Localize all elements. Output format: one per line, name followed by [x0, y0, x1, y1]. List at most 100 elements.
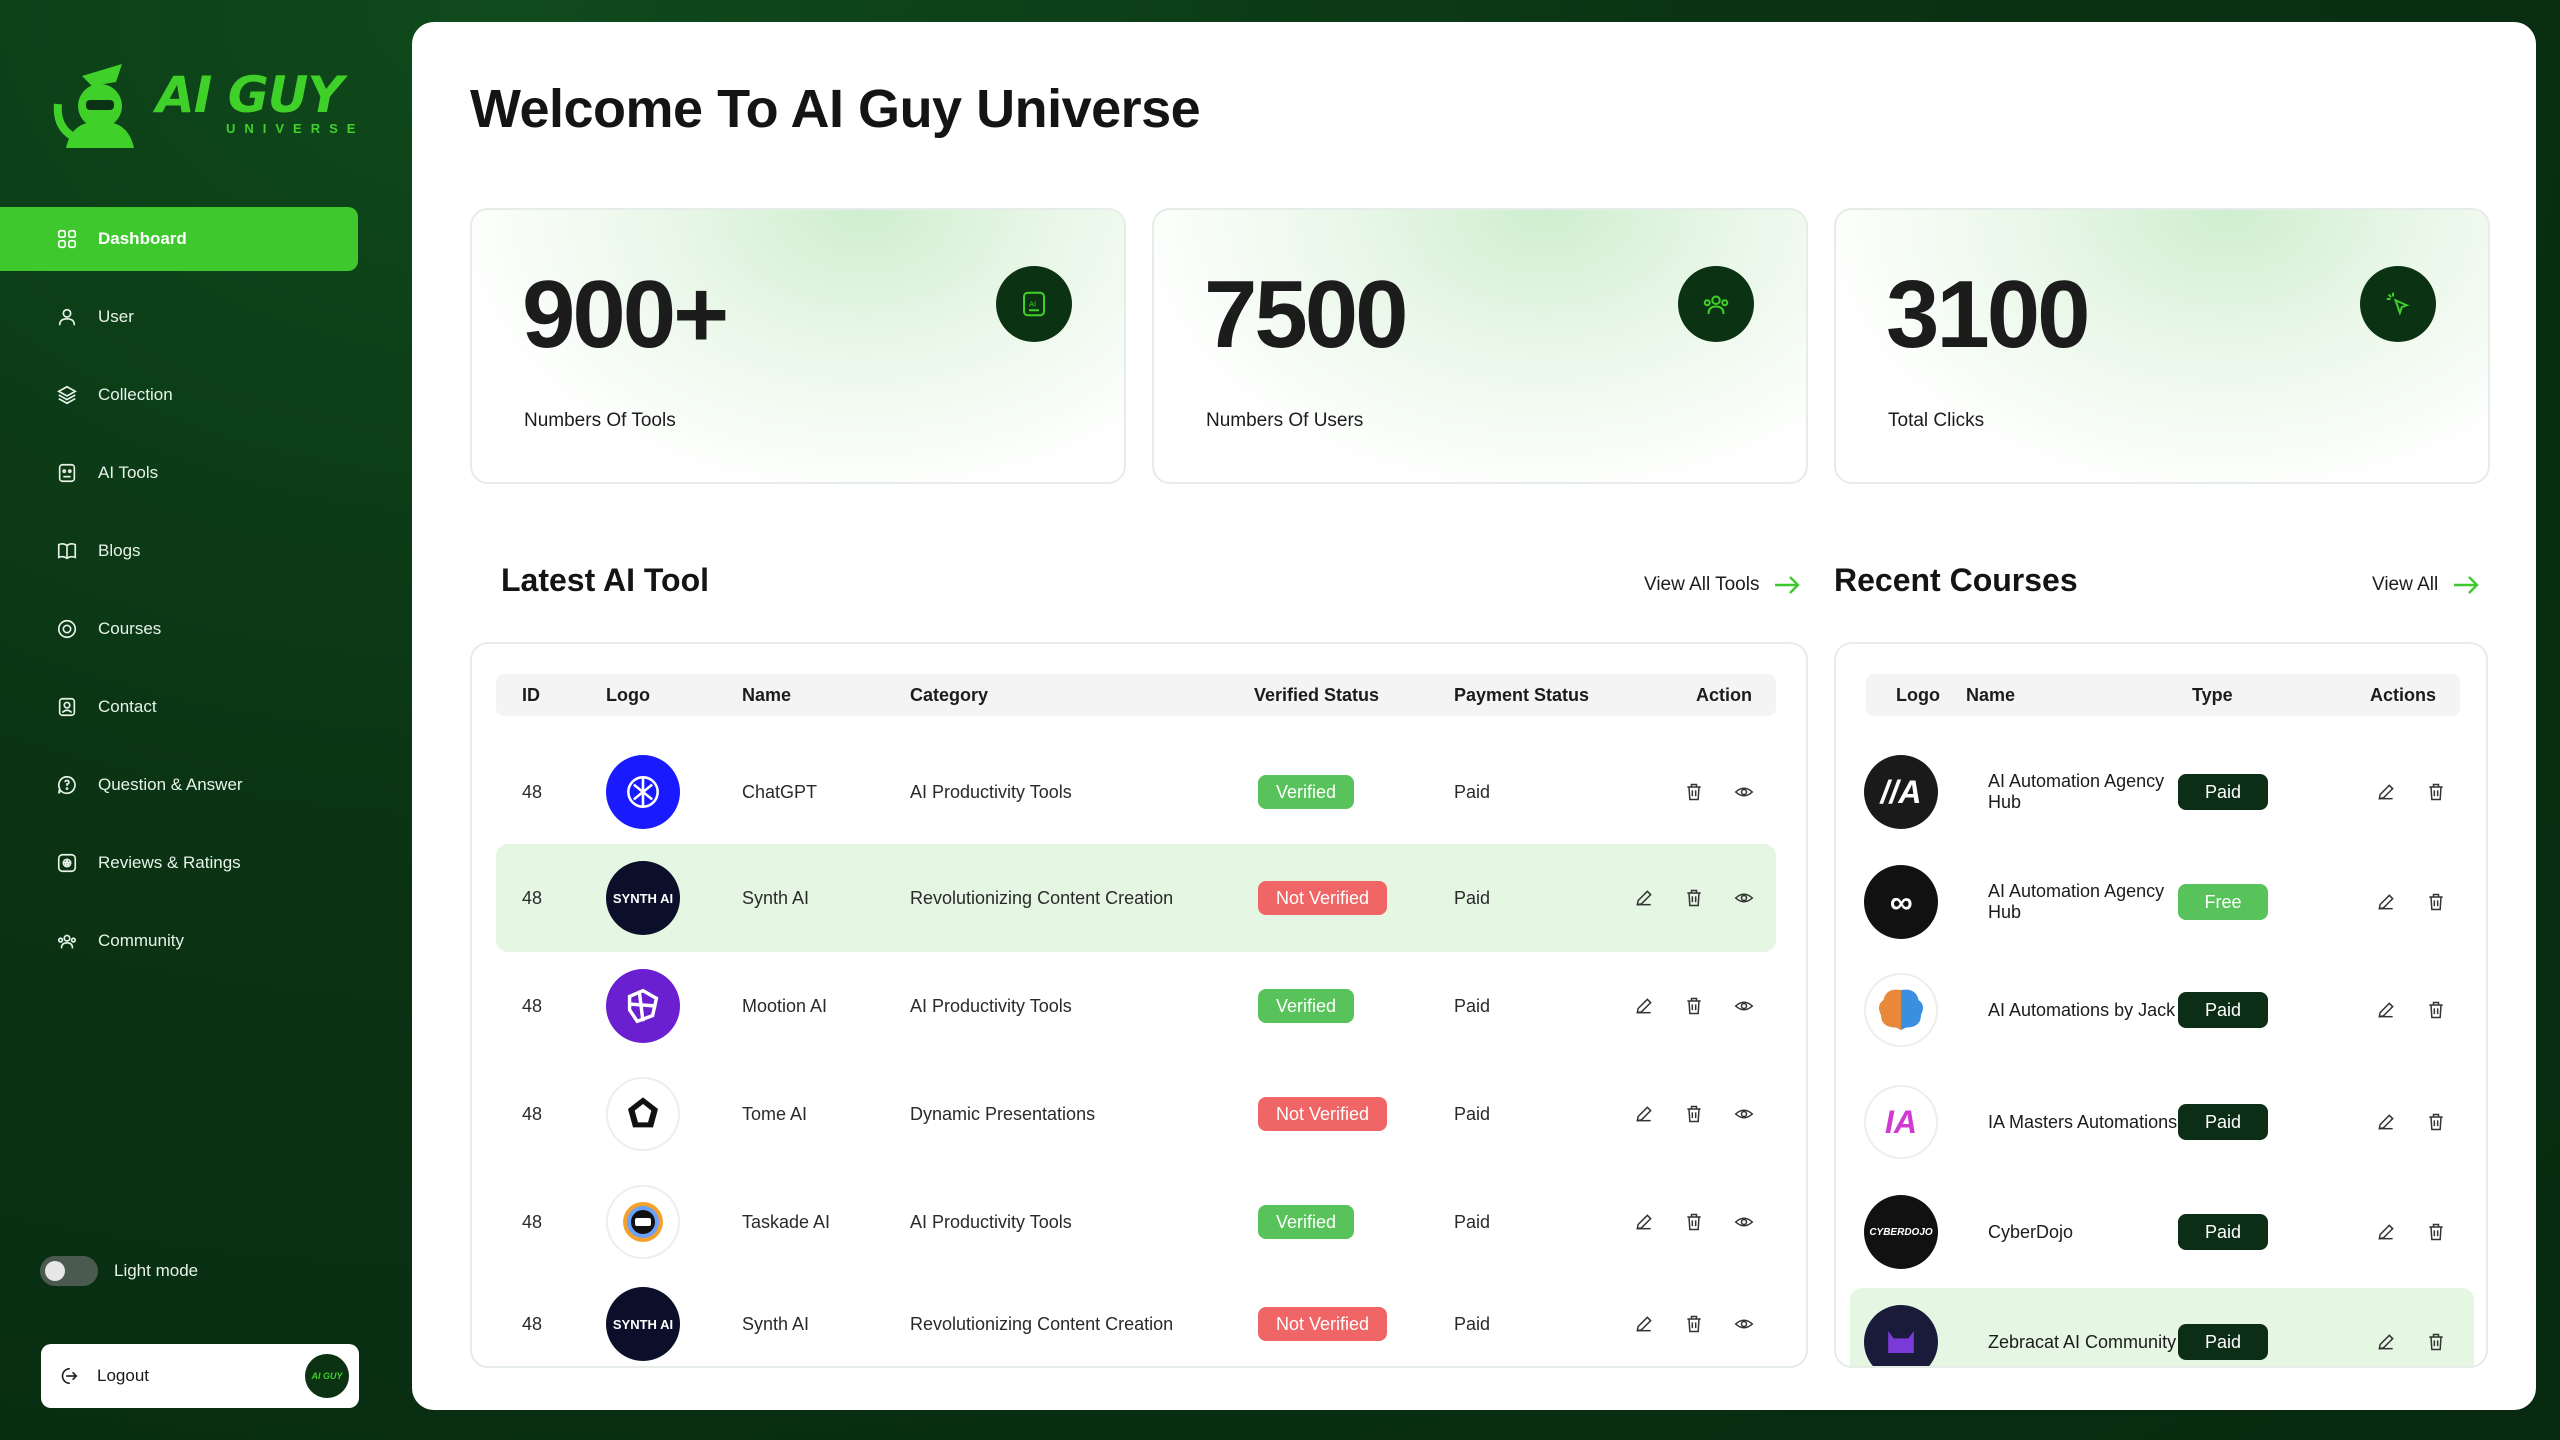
row-actions — [2376, 1178, 2446, 1286]
trash-icon[interactable] — [2426, 1222, 2446, 1242]
sidebar-item-label: Collection — [98, 385, 173, 404]
list-item: Zebracat AI Community Paid — [1850, 1288, 2474, 1366]
stat-icon-badge — [1678, 266, 1754, 342]
click-icon — [2386, 292, 2410, 316]
table-row: 48 Taskade AI AI Productivity Tools Verifie… — [496, 1168, 1776, 1276]
sidebar-item-question-answer[interactable]: Question & Answer — [0, 753, 400, 817]
view-all-tools-link[interactable]: View All Tools — [1644, 574, 1801, 596]
sidebar-item-label: AI Tools — [98, 463, 159, 482]
light-mode-toggle[interactable] — [40, 1256, 98, 1286]
column-header: Actions — [2370, 685, 2437, 705]
zebracat-logo — [1864, 1305, 1938, 1366]
ai-guy-mascot-icon — [53, 64, 134, 148]
sidebar-item-label: Community — [98, 931, 184, 950]
column-header: Action — [1696, 685, 1752, 705]
table-row: 48 ChatGPT AI Productivity Tools Verified Pa… — [496, 738, 1776, 846]
trash-icon[interactable] — [2426, 892, 2446, 912]
row-actions — [1634, 1060, 1754, 1168]
trash-icon[interactable] — [2426, 1332, 2446, 1352]
sidebar-item-blogs[interactable]: Blogs — [0, 519, 400, 583]
verified-status: Not Verified — [1258, 844, 1388, 952]
tool-id: 48 — [522, 1103, 543, 1124]
table-header: Logo Name Type Actions — [1866, 674, 2460, 716]
course-name: IA Masters Automations — [1988, 1111, 2178, 1132]
trash-icon[interactable] — [1684, 996, 1704, 1016]
table-row: 48 Mootion AI AI Productivity Tools Verifie… — [496, 952, 1776, 1060]
taskade-glyph — [623, 1202, 663, 1242]
sidebar-item-contact[interactable]: Contact — [0, 675, 400, 739]
tool-logo-cell: SYNTH AI — [606, 1270, 680, 1366]
trash-icon[interactable] — [2426, 1000, 2446, 1020]
logo-text: //A — [1880, 773, 1922, 810]
brand-logo[interactable]: AI GUY UNIVERSE — [52, 56, 364, 148]
edit-icon[interactable] — [1634, 1104, 1654, 1124]
row-actions — [1634, 844, 1754, 952]
trash-icon[interactable] — [1684, 1212, 1704, 1232]
course-type-badge: Paid — [2178, 1104, 2268, 1140]
user-avatar[interactable]: AI GUY — [305, 1354, 349, 1398]
edit-icon[interactable] — [1634, 1314, 1654, 1334]
sidebar-item-user[interactable]: User — [0, 285, 400, 349]
stat-label: Numbers Of Tools — [524, 410, 676, 431]
edit-icon[interactable] — [2376, 892, 2396, 912]
trash-icon[interactable] — [1684, 1104, 1704, 1124]
edit-icon[interactable] — [1634, 888, 1654, 908]
view-icon[interactable] — [1734, 1104, 1754, 1124]
column-header: Name — [1966, 685, 2016, 705]
tool-id: 48 — [522, 1211, 543, 1232]
view-icon[interactable] — [1734, 1314, 1754, 1334]
layers-icon — [57, 385, 77, 405]
sidebar-item-reviews-ratings[interactable]: Reviews & Ratings — [0, 831, 400, 895]
recent-courses-table: Logo Name Type Actions //A AI Automation … — [1834, 642, 2488, 1368]
table-row: 48 SYNTH AI Synth AI Revolutionizing Conten… — [496, 1270, 1776, 1366]
tool-name: Taskade AI — [742, 1211, 831, 1232]
sidebar-item-dashboard[interactable]: Dashboard — [0, 207, 358, 271]
logout-button[interactable]: Logout AI GUY — [41, 1344, 359, 1408]
payment-status: Paid — [1454, 887, 1491, 908]
sidebar-item-label: Contact — [98, 697, 157, 716]
view-all-courses-link[interactable]: View All — [2372, 574, 2480, 596]
chatgpt-glyph — [627, 776, 659, 808]
trash-icon[interactable] — [1684, 782, 1704, 802]
theme-toggle-row: Light mode — [40, 1256, 198, 1286]
stat-label: Numbers Of Users — [1206, 410, 1364, 431]
tome-ai-logo — [606, 1077, 680, 1151]
contact-icon — [58, 697, 76, 717]
edit-icon[interactable] — [2376, 1112, 2396, 1132]
trash-icon[interactable] — [1684, 888, 1704, 908]
trash-icon[interactable] — [2426, 782, 2446, 802]
view-icon[interactable] — [1734, 996, 1754, 1016]
row-actions — [2376, 956, 2446, 1064]
edit-icon[interactable] — [1634, 1212, 1654, 1232]
sidebar-item-label: Dashboard — [98, 229, 187, 248]
robot-icon — [58, 463, 76, 483]
edit-icon[interactable] — [2376, 1222, 2396, 1242]
stat-icon-badge — [2360, 266, 2436, 342]
sidebar-item-community[interactable]: Community — [0, 909, 400, 973]
course-type-badge: Paid — [2178, 1214, 2268, 1250]
view-icon[interactable] — [1734, 782, 1754, 802]
view-icon[interactable] — [1734, 888, 1754, 908]
column-header: Payment Status — [1454, 685, 1590, 705]
svg-text:AI: AI — [1029, 300, 1036, 309]
list-item: //A AI Automation Agency Hub Paid — [1850, 738, 2474, 846]
list-item: AI Automations by Jack Paid — [1850, 956, 2474, 1064]
edit-icon[interactable] — [2376, 1332, 2396, 1352]
tool-logo-cell — [606, 738, 680, 846]
edit-icon[interactable] — [2376, 1000, 2396, 1020]
verified-status: Not Verified — [1258, 1270, 1388, 1366]
sidebar-item-collection[interactable]: Collection — [0, 363, 400, 427]
tool-name: Synth AI — [742, 887, 810, 908]
trash-icon[interactable] — [1684, 1314, 1704, 1334]
edit-icon[interactable] — [2376, 782, 2396, 802]
mootion-glyph — [627, 988, 659, 1024]
tool-category: AI Productivity Tools — [910, 1211, 1072, 1232]
view-icon[interactable] — [1734, 1212, 1754, 1232]
sidebar-item-courses[interactable]: Courses — [0, 597, 400, 661]
trash-icon[interactable] — [2426, 1112, 2446, 1132]
sidebar-item-ai-tools[interactable]: AI Tools — [0, 441, 400, 505]
rating-icon — [57, 853, 77, 873]
edit-icon[interactable] — [1634, 996, 1654, 1016]
logo-text: SYNTH AI — [612, 1316, 674, 1332]
row-actions — [2376, 738, 2446, 846]
